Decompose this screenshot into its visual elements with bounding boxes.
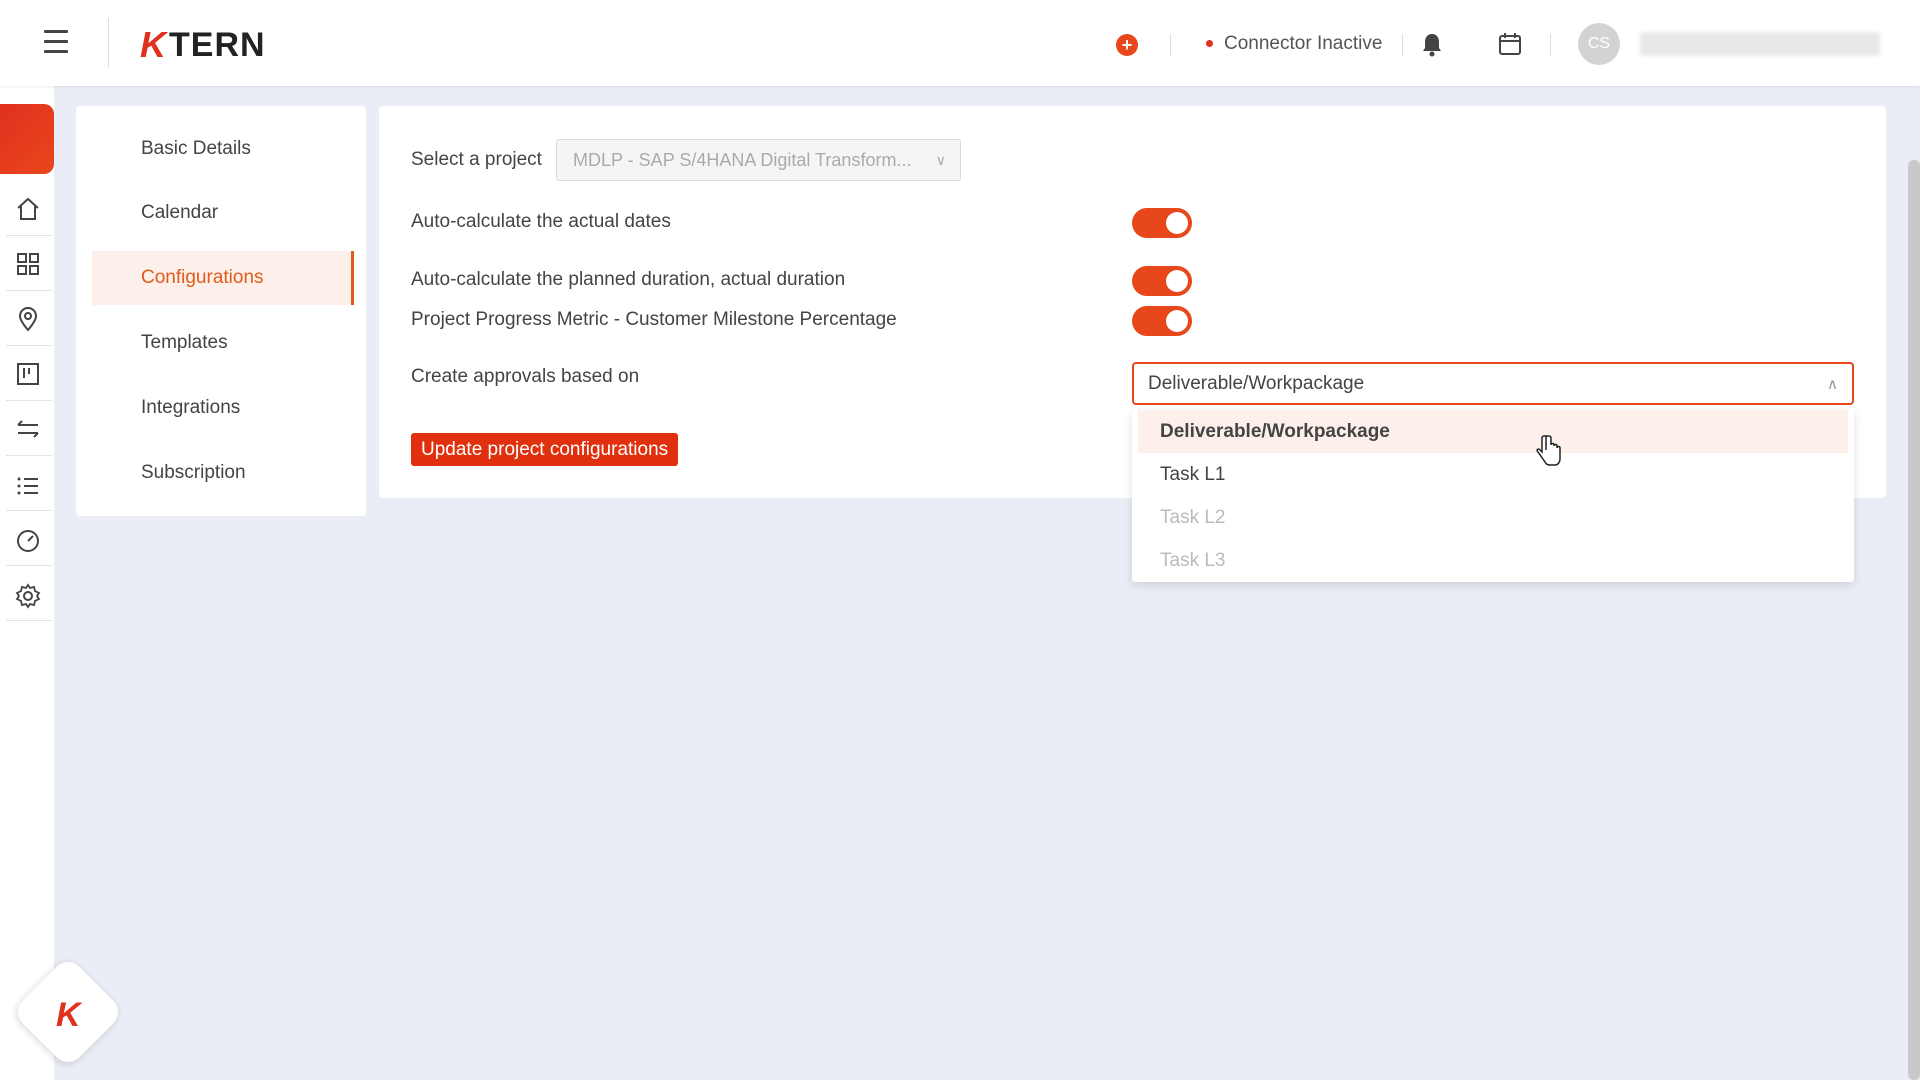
top-bar: K TERN + Connector Inactive CS (0, 0, 1920, 86)
hamburger-menu-icon[interactable] (44, 30, 74, 54)
rail-divider (6, 510, 52, 511)
location-pin-icon[interactable] (14, 305, 42, 333)
transfer-arrows-icon[interactable] (14, 415, 42, 443)
app-logo[interactable]: K TERN (140, 24, 266, 66)
menu-item-integrations[interactable]: Integrations (92, 381, 354, 435)
dropdown-option-task-l3: Task L3 (1160, 550, 1226, 571)
menu-item-calendar[interactable]: Calendar (92, 186, 354, 240)
user-avatar[interactable]: CS (1578, 23, 1620, 65)
page-scrollbar[interactable] (1908, 160, 1920, 1080)
settings-gear-icon[interactable] (14, 582, 42, 610)
select-project-label: Select a project (411, 149, 542, 170)
dashboard-grid-icon[interactable] (14, 250, 42, 278)
auto-actual-dates-toggle[interactable] (1132, 208, 1192, 238)
header-divider (1170, 34, 1171, 56)
header-divider (1402, 34, 1403, 56)
approvals-label: Create approvals based on (411, 366, 640, 387)
project-select-value: MDLP - SAP S/4HANA Digital Transform... (573, 150, 912, 170)
rail-divider (6, 455, 52, 456)
ktern-logo-icon: K (56, 996, 81, 1034)
dropdown-option-task-l1[interactable]: Task L1 (1138, 453, 1848, 496)
user-name-redacted[interactable] (1640, 32, 1880, 56)
logo-divider (108, 18, 109, 68)
project-select[interactable]: MDLP - SAP S/4HANA Digital Transform... … (556, 139, 961, 181)
calendar-icon[interactable] (1498, 32, 1522, 56)
rail-divider (6, 400, 52, 401)
connector-status[interactable]: Connector Inactive (1224, 33, 1382, 55)
chevron-down-icon: ∨ (935, 152, 946, 168)
rail-accent-block (0, 104, 54, 174)
rail-divider (6, 565, 52, 566)
dropdown-option-deliverable[interactable]: Deliverable/Workpackage (1138, 410, 1848, 453)
auto-duration-toggle[interactable] (1132, 266, 1192, 296)
add-button[interactable]: + (1116, 34, 1138, 56)
update-configurations-button[interactable]: Update project configurations (411, 433, 679, 466)
dropdown-option-task-l2: Task L2 (1160, 507, 1226, 528)
progress-metric-label: Project Progress Metric - Customer Miles… (411, 309, 897, 330)
menu-item-configurations[interactable]: Configurations (92, 251, 354, 305)
list-icon[interactable] (14, 472, 42, 500)
menu-item-templates[interactable]: Templates (92, 316, 354, 370)
hand-cursor-icon (1536, 435, 1561, 466)
auto-actual-dates-label: Auto-calculate the actual dates (411, 211, 671, 232)
home-icon[interactable] (14, 195, 42, 223)
rail-divider (6, 620, 52, 621)
logo-text: TERN (169, 25, 266, 64)
progress-metric-toggle[interactable] (1132, 306, 1192, 336)
header-divider (1550, 34, 1551, 56)
approvals-select[interactable]: Deliverable/Workpackage ∧ (1132, 362, 1854, 405)
logo-k: K (140, 24, 167, 65)
rail-divider (6, 235, 52, 236)
connector-status-dot (1206, 40, 1213, 47)
auto-duration-label: Auto-calculate the planned duration, act… (411, 269, 846, 290)
approvals-dropdown: Deliverable/Workpackage Task L1 Task L2 … (1132, 410, 1854, 582)
speedometer-icon[interactable] (14, 527, 42, 555)
menu-item-subscription[interactable]: Subscription (92, 446, 354, 500)
settings-menu-panel: Basic Details Calendar Configurations Te… (76, 106, 366, 516)
chevron-up-icon: ∧ (1827, 376, 1838, 393)
rail-divider (6, 345, 52, 346)
approvals-select-value: Deliverable/Workpackage (1148, 373, 1365, 394)
menu-item-basic-details[interactable]: Basic Details (92, 122, 354, 176)
board-icon[interactable] (14, 360, 42, 388)
rail-divider (6, 290, 52, 291)
notification-bell-icon[interactable] (1420, 32, 1444, 58)
